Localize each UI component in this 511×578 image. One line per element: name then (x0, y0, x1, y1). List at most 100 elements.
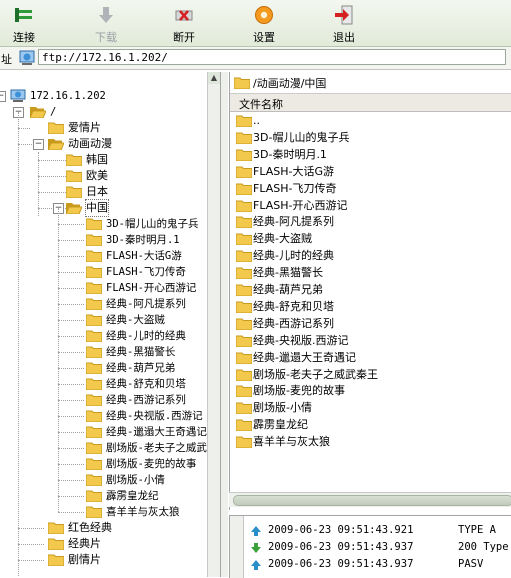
file-list-item[interactable]: 经典-葫芦兄弟 (230, 281, 511, 298)
file-list-item[interactable]: FLASH-开心西游记 (230, 197, 511, 214)
tree-node[interactable]: − / (0, 104, 208, 120)
folder-icon (235, 199, 253, 212)
file-list-item[interactable]: 霹雳皇龙纪 (230, 416, 511, 433)
scroll-thumb[interactable] (233, 495, 511, 506)
folder-icon (85, 457, 103, 471)
tree-node[interactable]: 剧情片 (0, 552, 208, 568)
tree-node[interactable]: 红色经典 (0, 520, 208, 536)
tree-node[interactable]: 3D-秦时明月.1 (0, 232, 208, 248)
connect-button[interactable]: 连接 (0, 3, 48, 45)
settings-button[interactable]: 设置 (240, 3, 288, 45)
folder-icon (65, 153, 83, 167)
file-list-item[interactable]: .. (230, 112, 511, 129)
address-input[interactable] (38, 49, 506, 65)
tree-node[interactable]: 剧场版-麦兜的故事 (0, 456, 208, 472)
log-message: TYPE A (458, 524, 496, 536)
disconnect-button[interactable]: 断开 (160, 3, 208, 45)
tree-node-label: 经典-儿时的经典 (106, 330, 186, 342)
folder-icon (235, 334, 253, 348)
folder-icon (85, 217, 103, 231)
file-list-item[interactable]: FLASH-大话G游 (230, 163, 511, 180)
scroll-up-icon[interactable]: ▲ (208, 72, 220, 84)
tree-node-label: 爱情片 (68, 121, 101, 134)
current-path: /动画动漫/中国 (253, 77, 327, 90)
file-list-item[interactable]: FLASH-飞刀传奇 (230, 180, 511, 197)
tree-node[interactable]: − 中国 (0, 199, 208, 217)
tree-node[interactable]: 经典-邋遢大王奇遇记 (0, 424, 208, 440)
address-label: 址 (1, 53, 12, 66)
current-path-bar: /动画动漫/中国 (230, 72, 511, 94)
tree-node-label: 红色经典 (68, 521, 112, 534)
file-list-item[interactable]: 3D-秦时明月.1 (230, 146, 511, 163)
tree-node[interactable]: FLASH-飞刀传奇 (0, 264, 208, 280)
disconnect-icon (175, 10, 193, 21)
tree-node[interactable]: 经典-舒克和贝塔 (0, 376, 208, 392)
tree-node[interactable]: 经典-央视版.西游记 (0, 408, 208, 424)
folder-icon (235, 351, 253, 365)
tree-node[interactable]: 霹雳皇龙纪 (0, 488, 208, 504)
tree-node-label: 剧场版-麦兜的故事 (106, 458, 197, 470)
download-button[interactable]: 下载 (82, 3, 130, 45)
column-header-filename[interactable]: 文件名称 (230, 94, 511, 112)
folder-icon (85, 329, 103, 343)
tree-node[interactable]: 爱情片 (0, 120, 208, 136)
file-list-item[interactable]: 经典-儿时的经典 (230, 247, 511, 264)
tree-node[interactable]: FLASH-大话G游 (0, 248, 208, 264)
file-list-item[interactable]: 3D-帽儿山的鬼子兵 (230, 129, 511, 146)
tree-node[interactable]: 韩国 (0, 152, 208, 168)
tree-node[interactable]: 欧美 (0, 168, 208, 184)
file-list-item[interactable]: 经典-西游记系列 (230, 315, 511, 332)
tree-node-label: FLASH-大话G游 (106, 250, 182, 262)
file-list-item[interactable]: 经典-阿凡提系列 (230, 213, 511, 230)
file-list-item[interactable]: 剧场版-老夫子之威武秦王 (230, 366, 511, 383)
tree-node-server[interactable]: − 172.16.1.202 (0, 88, 208, 104)
folder-icon (65, 169, 83, 183)
tree-node[interactable]: 剧场版-老夫子之威武 (0, 440, 208, 456)
tree-node[interactable]: 经典-西游记系列 (0, 392, 208, 408)
folder-icon (85, 297, 103, 311)
tree-node[interactable]: 经典-儿时的经典 (0, 328, 208, 344)
folder-icon (235, 283, 253, 297)
pane-splitter[interactable] (221, 72, 228, 577)
collapse-icon[interactable]: − (33, 139, 44, 150)
collapse-icon[interactable]: − (0, 91, 6, 102)
file-list-item[interactable]: 经典-舒克和贝塔 (230, 298, 511, 315)
tree-node[interactable]: 经典片 (0, 536, 208, 552)
tree-node[interactable]: 3D-帽儿山的鬼子兵 (0, 216, 208, 232)
tree-node[interactable]: FLASH-开心西游记 (0, 280, 208, 296)
log-panel: 2009-06-23 09:51:43.921 TYPE A 2009-06-23 … (229, 515, 511, 578)
tree-guide (18, 144, 32, 146)
toolbar: 连接 下载 断开 设置 退出 (0, 0, 511, 47)
file-list-item[interactable]: 喜羊羊与灰太狼 (230, 433, 511, 450)
folder-icon (85, 313, 103, 327)
exit-button[interactable]: 退出 (320, 3, 368, 45)
tree-node-label: 经典-央视版.西游记 (106, 410, 203, 422)
folder-icon (235, 317, 253, 331)
file-list-hscrollbar[interactable] (229, 492, 511, 507)
tree-node[interactable]: 经典-阿凡提系列 (0, 296, 208, 312)
file-list-item[interactable]: 剧场版-麦兜的故事 (230, 382, 511, 399)
tree-node[interactable]: 经典-大盗贼 (0, 312, 208, 328)
tree-node[interactable]: 经典-葫芦兄弟 (0, 360, 208, 376)
file-list-item[interactable]: 经典-黑猫警长 (230, 264, 511, 281)
tree-node-label: FLASH-开心西游记 (106, 282, 197, 294)
folder-icon (85, 489, 103, 503)
file-list-item[interactable]: 剧场版-小倩 (230, 399, 511, 416)
folder-icon (235, 384, 253, 398)
file-name: .. (253, 114, 260, 127)
tree-scrollbar[interactable]: ▲ (207, 72, 220, 577)
tree-node[interactable]: 日本 (0, 184, 208, 200)
tree-node[interactable]: 剧场版-小倩 (0, 472, 208, 488)
file-list-item[interactable]: 经典-大盗贼 (230, 230, 511, 247)
folder-icon (47, 521, 65, 535)
log-timestamp: 2009-06-23 09:51:43.921 (268, 524, 414, 536)
tree-node-label: 经典-邋遢大王奇遇记 (106, 426, 207, 438)
file-list-item[interactable]: 经典-央视版.西游记 (230, 332, 511, 349)
tree-node[interactable]: 经典-黑猫警长 (0, 344, 208, 360)
log-scrollbar[interactable] (230, 516, 244, 578)
folder-icon (235, 148, 253, 162)
file-list-item[interactable]: 经典-邋遢大王奇遇记 (230, 349, 511, 366)
tree-node[interactable]: 喜羊羊与灰太狼 (0, 504, 208, 520)
log-entry: 2009-06-23 09:51:43.937 200 Type set (246, 539, 511, 555)
upload-arrow-icon (251, 525, 261, 536)
